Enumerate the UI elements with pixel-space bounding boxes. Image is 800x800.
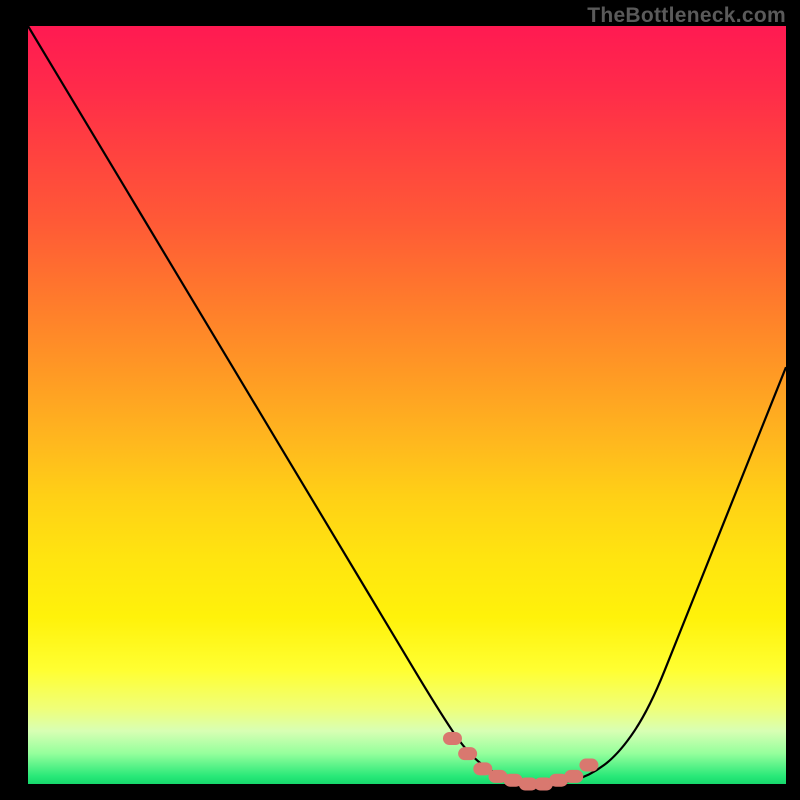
watermark-text: TheBottleneck.com	[587, 4, 786, 28]
chart-svg	[28, 26, 786, 784]
highlight-marker	[459, 748, 477, 760]
highlight-marker	[565, 770, 583, 782]
highlight-marker	[580, 759, 598, 771]
bottleneck-curve	[28, 26, 786, 784]
highlight-marker	[474, 763, 492, 775]
highlight-markers	[443, 733, 597, 790]
chart-plot-area	[28, 26, 786, 784]
chart-frame	[14, 26, 786, 798]
highlight-marker	[443, 733, 461, 745]
